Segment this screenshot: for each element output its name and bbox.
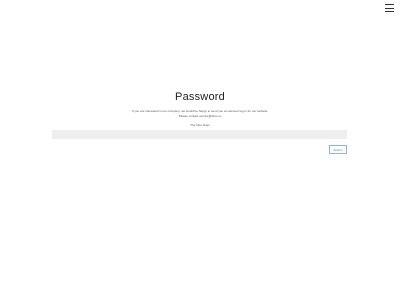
- password-page: Password If you are interested in our co…: [0, 0, 400, 300]
- submit-button[interactable]: Submit: [329, 145, 347, 154]
- info-message-line-2: Please contact service@idxo.co: [178, 113, 222, 118]
- password-input[interactable]: [52, 130, 347, 139]
- hamburger-menu-icon[interactable]: [385, 4, 394, 12]
- menu-line: [385, 4, 394, 5]
- menu-line: [385, 11, 394, 12]
- menu-line: [385, 7, 394, 9]
- info-message: If you are interested in our company, we…: [0, 109, 400, 118]
- team-signature: The Idxo Team: [190, 123, 210, 127]
- page-title: Password: [175, 91, 225, 103]
